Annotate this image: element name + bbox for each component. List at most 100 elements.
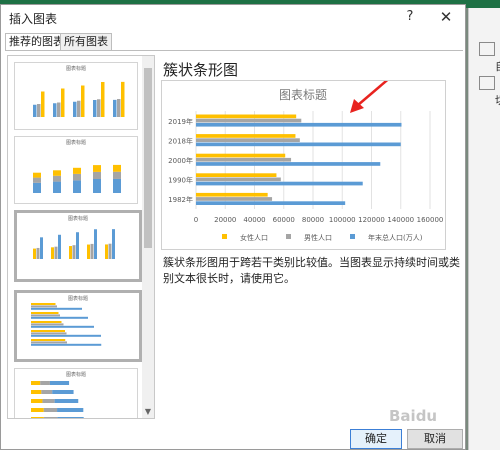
- thumbnail-bar: [31, 303, 56, 305]
- y-category-label: 2018年: [168, 136, 193, 145]
- tab-divider: [5, 50, 463, 51]
- thumbnail-bar: [31, 325, 94, 328]
- thumbnail-bar: [31, 332, 67, 335]
- tab-recommended-charts[interactable]: 推荐的图表: [5, 33, 68, 50]
- legend-swatch: [286, 234, 291, 239]
- thumbnail-bar: [31, 312, 59, 314]
- legend-label: 年末总人口(万人): [368, 233, 423, 242]
- ribbon-label: 自: [495, 58, 500, 74]
- x-tick-label: 160000: [417, 216, 444, 224]
- thumbnail-bar: [31, 339, 66, 341]
- x-tick-label: 20000: [214, 216, 236, 224]
- thumbnail-bar: [73, 167, 81, 174]
- chart-type-name: 簇状条形图: [163, 61, 239, 79]
- thumbnail-clustered-column-legend[interactable]: 图表标题: [14, 210, 142, 282]
- thumbnail-bar: [117, 99, 121, 117]
- chevron-down-icon[interactable]: ▼: [144, 407, 152, 416]
- thumbnail-bar: [31, 316, 88, 319]
- bar: [196, 173, 277, 177]
- thumbnail-bar: [33, 177, 41, 183]
- y-category-label: 2019年: [168, 117, 193, 126]
- thumbnail-clustered-column[interactable]: 图表标题: [14, 62, 138, 130]
- thumbnail-bar: [57, 102, 61, 117]
- bar: [196, 134, 296, 138]
- help-button[interactable]: ?: [401, 8, 419, 26]
- bar: [196, 197, 273, 201]
- thumbnail-stacked-column[interactable]: 图表标题: [14, 136, 138, 204]
- excel-ribbon-right: 自 切: [468, 8, 500, 450]
- thumbnail-bar: [49, 381, 70, 385]
- thumbnail-bar: [33, 172, 41, 178]
- thumbnail-bar: [37, 104, 41, 117]
- watermark-logo: Baidu: [389, 407, 438, 425]
- thumbnail-bar: [31, 381, 41, 385]
- thumbnail-bar: [33, 248, 36, 259]
- x-tick-label: 100000: [329, 216, 356, 224]
- thumbnail-stacked-bar[interactable]: 图表标题: [14, 368, 138, 418]
- thumbnail-bar: [31, 408, 44, 412]
- dialog-title: 插入图表: [9, 12, 58, 26]
- thumbnail-bar: [76, 232, 79, 259]
- thumbnail-bar: [73, 101, 77, 117]
- bar: [196, 181, 363, 186]
- thumbnail-bar: [93, 165, 101, 172]
- bar: [196, 153, 286, 158]
- thumbnail-bar: [54, 246, 58, 259]
- bar: [196, 192, 268, 197]
- thumbnail-chart-svg: [33, 81, 125, 117]
- thumbnail-bar: [31, 334, 101, 337]
- x-tick-label: 60000: [273, 216, 295, 224]
- dialog-titlebar[interactable]: 插入图表 ? ✕: [1, 5, 465, 29]
- thumbnail-bar: [40, 237, 43, 259]
- thumbnail-bar: [113, 178, 121, 193]
- ok-button[interactable]: 确定: [350, 429, 402, 449]
- x-tick-label: 140000: [387, 216, 414, 224]
- thumbnail-bar: [52, 390, 74, 394]
- legend-label: 男性人口: [304, 233, 332, 242]
- thumbnail-bar: [51, 247, 54, 259]
- thumbnail-scrollbar[interactable]: ▼: [142, 56, 154, 418]
- bar: [196, 157, 292, 162]
- thumbnail-bar: [31, 321, 62, 323]
- thumbnail-clustered-bar[interactable]: 图表标题: [14, 290, 142, 362]
- thumbnail-bar: [90, 243, 94, 259]
- thumbnail-bar: [108, 243, 112, 259]
- thumbnail-bar: [31, 314, 60, 317]
- bar: [196, 142, 401, 147]
- legend-label: 女性人口: [240, 233, 268, 242]
- close-button[interactable]: ✕: [437, 8, 455, 26]
- thumbnail-bar: [54, 399, 79, 403]
- thumbnail-bar: [93, 179, 101, 193]
- y-category-label: 2000年: [168, 156, 193, 165]
- thumbnail-bar: [31, 399, 43, 403]
- cancel-button[interactable]: 取消: [407, 429, 463, 449]
- thumbnail-bar: [69, 246, 72, 259]
- thumbnail-bar: [94, 229, 97, 259]
- thumbnail-chart-svg: [31, 381, 84, 418]
- x-tick-label: 120000: [358, 216, 385, 224]
- chart-preview: 图表标题 0 20000 40000 60000 80000 100000 120000 140…: [161, 80, 446, 250]
- thumbnail-bar: [31, 341, 67, 344]
- thumbnail-bar: [53, 103, 57, 117]
- thumbnail-bar: [36, 247, 40, 259]
- thumbnail-bar: [57, 417, 84, 418]
- tab-all-charts[interactable]: 所有图表: [60, 33, 112, 50]
- thumbnail-bar: [33, 182, 41, 193]
- thumbnail-bar: [81, 85, 85, 117]
- thumbnail-bar: [53, 175, 61, 182]
- thumbnail-bar: [31, 330, 65, 332]
- thumbnail-bar: [121, 81, 125, 117]
- thumbnail-bar: [43, 417, 58, 418]
- y-category-label: 1982年: [168, 195, 193, 204]
- legend-swatch: [350, 234, 355, 239]
- recommended-thumbnail-list: 图表标题 图表标题 图表标题 图表标题 图表标题 ▼: [7, 55, 155, 419]
- thumbnail-bar: [87, 244, 90, 259]
- thumbnail-bar: [93, 100, 97, 117]
- thumbnail-chart-svg: [33, 229, 115, 259]
- thumbnail-bar: [101, 82, 105, 117]
- thumbnail-bar: [41, 91, 45, 117]
- thumbnail-bar: [31, 305, 57, 308]
- bar: [196, 122, 402, 127]
- thumbnail-bar: [72, 245, 76, 259]
- scrollbar-thumb[interactable]: [144, 68, 152, 248]
